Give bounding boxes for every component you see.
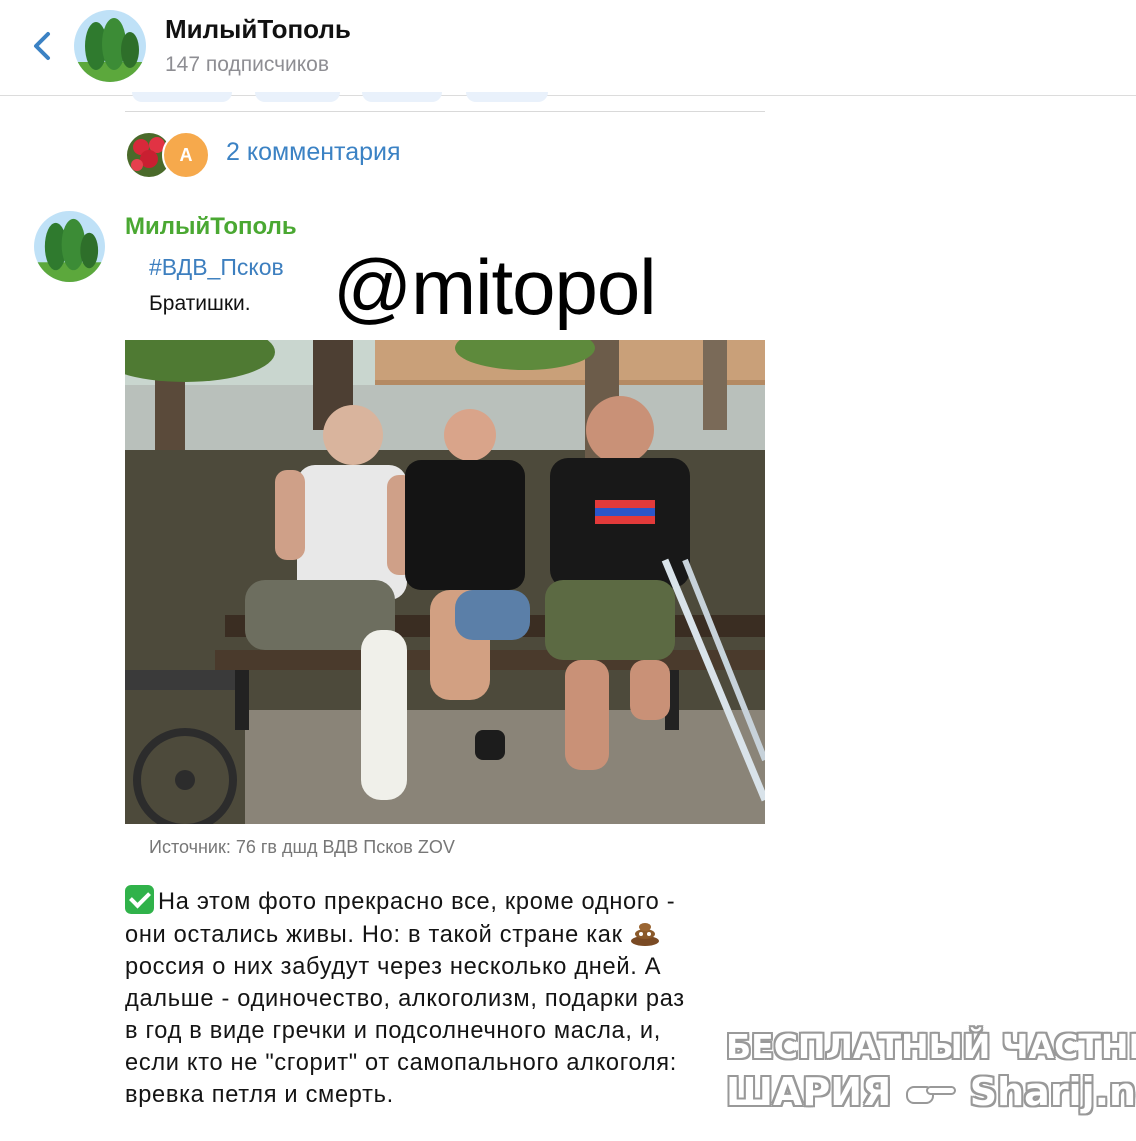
post-text-line: На этом фото прекрасно все, кроме одного… (125, 885, 765, 918)
chat-header: МилыйТополь 147 подписчиков (0, 0, 1136, 96)
back-button[interactable] (28, 26, 58, 66)
channel-name[interactable]: МилыйТополь (165, 14, 351, 45)
reaction-remnant (132, 92, 232, 102)
image-watermark: @mitopol (333, 246, 657, 331)
image-source-caption: Источник: 76 гв дшд ВДВ Псков ZOV (149, 837, 455, 857)
photo-three-men-on-bench (125, 340, 765, 824)
post-text-line: вревка петля и смерть. (125, 1082, 394, 1108)
chevron-left-icon (34, 32, 50, 60)
pointing-hand-icon (905, 1086, 956, 1104)
reaction-remnant (362, 92, 442, 102)
pile-of-poo-icon (630, 923, 659, 946)
reaction-remnant (466, 92, 548, 102)
post-text-line: если кто не "сгорит" от самопального алк… (125, 1050, 678, 1076)
post-image[interactable]: #ВДВ_Псков Братишки. @mitopol Источник: … (125, 246, 765, 866)
post-text-line: в год в виде гречки и подсолнечного масл… (125, 1018, 662, 1044)
channel-avatar[interactable] (74, 10, 146, 82)
sharij-watermark: БЕСПЛАТНЫЙ ЧАСТНЫЙ ШАРИЯ Sharij.net (726, 1027, 1136, 1114)
image-hashtag: #ВДВ_Псков (149, 254, 284, 280)
watermark-line2: ШАРИЯ Sharij.net (726, 1070, 1136, 1114)
post-text-line: они остались живы. Но: в такой стране ка… (125, 918, 765, 951)
post-text: На этом фото прекрасно все, кроме одного… (125, 885, 765, 1111)
post-text-line: россия о них забудут через несколько дне… (125, 954, 662, 980)
commenter-avatar-letter: А (162, 131, 210, 179)
image-subtitle: Братишки. (149, 292, 251, 315)
divider (125, 111, 765, 112)
post-author-name[interactable]: МилыйТополь (125, 213, 297, 241)
post-author-avatar[interactable] (34, 211, 105, 282)
comments-link[interactable]: 2 комментария (226, 138, 401, 167)
reaction-remnant (255, 92, 340, 102)
post-text-line: дальше - одиночество, алкоголизм, подарк… (125, 986, 685, 1012)
check-mark-icon (125, 885, 154, 914)
subscriber-count: 147 подписчиков (165, 53, 330, 76)
watermark-line1: БЕСПЛАТНЫЙ ЧАСТНЫЙ (726, 1027, 1136, 1066)
